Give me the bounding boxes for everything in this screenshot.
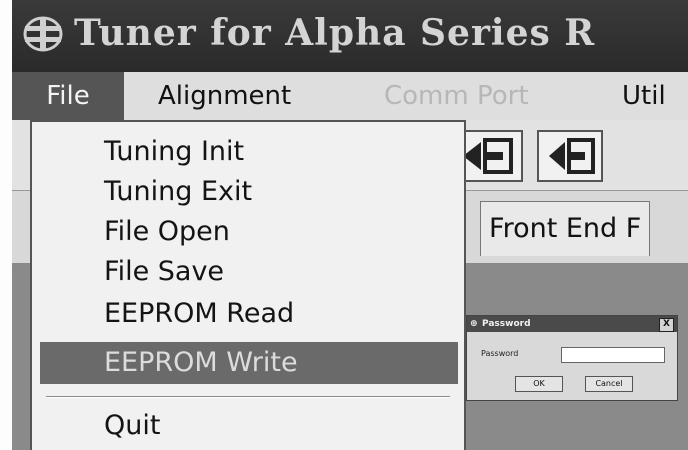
toolbar-button-receive[interactable] — [537, 130, 603, 182]
password-input[interactable] — [561, 347, 665, 363]
menu-item-label: EEPROM Read — [104, 298, 295, 329]
menu-item-file-open[interactable]: File Open — [32, 212, 464, 252]
dialog-title: Password — [482, 319, 531, 329]
toolbar-button-send[interactable] — [457, 130, 523, 182]
window-title: Tuner for Alpha Series R — [74, 12, 596, 54]
arrow-left-into-box-icon — [549, 138, 595, 174]
menu-item-label: EEPROM Write — [104, 347, 298, 378]
menu-item-eeprom-write[interactable]: EEPROM Write — [40, 342, 458, 384]
menu-file[interactable]: File — [12, 72, 124, 120]
password-dialog: ⊕ Password X Password OK Cancel — [466, 315, 678, 401]
menu-item-label: Quit — [104, 410, 161, 441]
menu-item-eeprom-read[interactable]: EEPROM Read — [32, 294, 464, 334]
dialog-title-bar: ⊕ Password X — [467, 316, 677, 332]
file-menu-dropdown: Tuning Init Tuning Exit File Open File S… — [30, 120, 466, 450]
menu-item-tuning-exit[interactable]: Tuning Exit — [32, 172, 464, 212]
arrow-right-into-box-icon — [463, 138, 513, 174]
menu-item-label: Tuning Exit — [104, 176, 253, 207]
tab-front-end[interactable]: Front End F — [480, 201, 651, 256]
close-button[interactable]: X — [659, 318, 674, 332]
menu-item-label: Tuning Init — [104, 136, 245, 167]
menu-item-label: File Open — [104, 216, 230, 247]
menu-item-file-save[interactable]: File Save — [32, 252, 464, 292]
menu-item-quit[interactable]: Quit — [32, 406, 464, 446]
app-emblem-icon: ⊕ — [470, 319, 478, 329]
menu-item-tuning-init[interactable]: Tuning Init — [32, 132, 464, 172]
menu-util[interactable]: Util — [622, 72, 666, 120]
menu-item-label: File Save — [104, 256, 225, 287]
menu-comm-port: Comm Port — [384, 81, 529, 111]
menu-separator — [46, 396, 450, 398]
app-emblem-icon — [23, 16, 63, 52]
title-bar: Tuner for Alpha Series R — [12, 0, 688, 72]
menu-bar: File Alignment Comm Port Util — [12, 72, 688, 120]
menu-alignment[interactable]: Alignment — [158, 72, 291, 120]
password-label: Password — [481, 349, 519, 358]
cancel-button[interactable]: Cancel — [585, 376, 633, 392]
ok-button[interactable]: OK — [515, 376, 563, 392]
